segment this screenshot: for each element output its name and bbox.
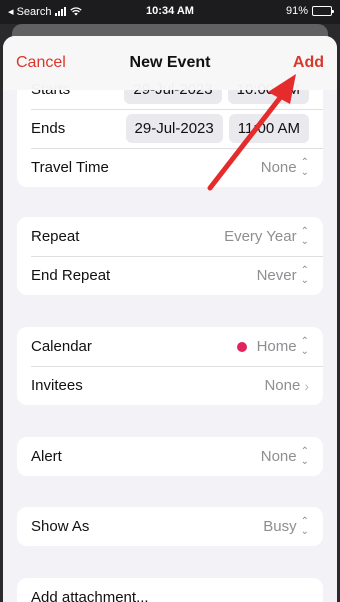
invitees-label: Invitees: [31, 377, 83, 394]
repeat-group: Repeat Every Year ⌃ ⌄ End Repeat Never ⌃ ⌄: [17, 217, 323, 295]
up-down-chevron-icon: ⌃ ⌄: [300, 445, 309, 467]
end-repeat-value: Never ⌃ ⌄: [256, 264, 309, 286]
new-event-sheet: Cancel New Event Add Starts 29-Jul-2023 …: [3, 36, 337, 602]
calendar-value-text: Home: [256, 338, 297, 355]
show-as-value: Busy ⌃ ⌄: [263, 515, 309, 537]
travel-time-row[interactable]: Travel Time None ⌃ ⌄: [17, 148, 323, 187]
up-down-chevron-icon: ⌃ ⌄: [300, 156, 309, 178]
chevron-right-icon: ›: [304, 377, 309, 394]
ends-row[interactable]: Ends 29-Jul-2023 11:00 AM: [17, 109, 323, 148]
nav-bar: Cancel New Event Add: [3, 36, 337, 90]
travel-time-value: None ⌃ ⌄: [260, 156, 309, 178]
repeat-value: Every Year ⌃ ⌄: [224, 225, 309, 247]
show-as-row[interactable]: Show As Busy ⌃ ⌄: [17, 507, 323, 546]
cancel-button[interactable]: Cancel: [16, 54, 66, 72]
end-repeat-value-text: Never: [256, 267, 297, 284]
battery-percent: 91%: [285, 5, 308, 17]
ends-date-pill[interactable]: 29-Jul-2023: [125, 114, 223, 143]
show-as-label: Show As: [31, 518, 90, 535]
end-repeat-row[interactable]: End Repeat Never ⌃ ⌄: [17, 256, 323, 295]
add-button[interactable]: Add: [293, 54, 324, 72]
invitees-value-text: None: [264, 377, 301, 394]
status-bar: ◂ Search 10:34 AM 91%: [0, 0, 340, 24]
up-down-chevron-icon: ⌃ ⌄: [300, 515, 309, 537]
alert-value-text: None: [260, 448, 297, 465]
show-as-value-text: Busy: [263, 518, 297, 535]
end-repeat-label: End Repeat: [31, 267, 111, 284]
attachment-group: Add attachment...: [17, 578, 323, 602]
ends-label: Ends: [31, 120, 66, 137]
repeat-label: Repeat: [31, 228, 80, 245]
add-attachment-row[interactable]: Add attachment...: [17, 578, 323, 602]
travel-time-label: Travel Time: [31, 159, 109, 176]
calendar-value: Home ⌃ ⌄: [236, 335, 309, 357]
show-as-group: Show As Busy ⌃ ⌄: [17, 507, 323, 546]
status-right: 91%: [285, 5, 334, 17]
repeat-row[interactable]: Repeat Every Year ⌃ ⌄: [17, 217, 323, 256]
up-down-chevron-icon: ⌃ ⌄: [300, 264, 309, 286]
up-down-chevron-icon: ⌃ ⌄: [300, 335, 309, 357]
alert-value: None ⌃ ⌄: [260, 445, 309, 467]
invitees-value: None ›: [264, 377, 309, 394]
alert-row[interactable]: Alert None ⌃ ⌄: [17, 437, 323, 476]
battery-icon: [312, 6, 334, 16]
alert-group: Alert None ⌃ ⌄: [17, 437, 323, 476]
calendar-label: Calendar: [31, 338, 92, 355]
calendar-row[interactable]: Calendar Home ⌃ ⌄: [17, 327, 323, 366]
add-attachment-label: Add attachment...: [31, 589, 149, 602]
alert-label: Alert: [31, 448, 62, 465]
invitees-row[interactable]: Invitees None ›: [17, 366, 323, 405]
repeat-value-text: Every Year: [224, 228, 297, 245]
up-down-chevron-icon: ⌃ ⌄: [300, 225, 309, 247]
calendar-group: Calendar Home ⌃ ⌄ Invitees None ›: [17, 327, 323, 405]
ends-time-pill[interactable]: 11:00 AM: [228, 114, 309, 143]
travel-time-value-text: None: [260, 159, 297, 176]
calendar-color-dot: [236, 341, 247, 352]
